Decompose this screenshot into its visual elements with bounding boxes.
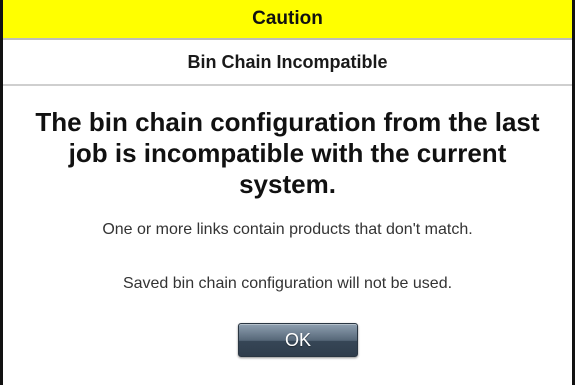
mismatch-message: One or more links contain products that … [102, 221, 473, 238]
caution-dialog: Caution Bin Chain Incompatible The bin c… [0, 0, 575, 385]
dialog-caption: Caution [3, 0, 572, 38]
dialog-subtitle: Bin Chain Incompatible [3, 38, 572, 86]
dialog-headline: The bin chain configuration from the las… [35, 107, 540, 199]
ok-button[interactable]: OK [238, 323, 358, 357]
dialog-body: The bin chain configuration from the las… [3, 86, 572, 294]
not-used-message: Saved bin chain configuration will not b… [122, 275, 453, 292]
